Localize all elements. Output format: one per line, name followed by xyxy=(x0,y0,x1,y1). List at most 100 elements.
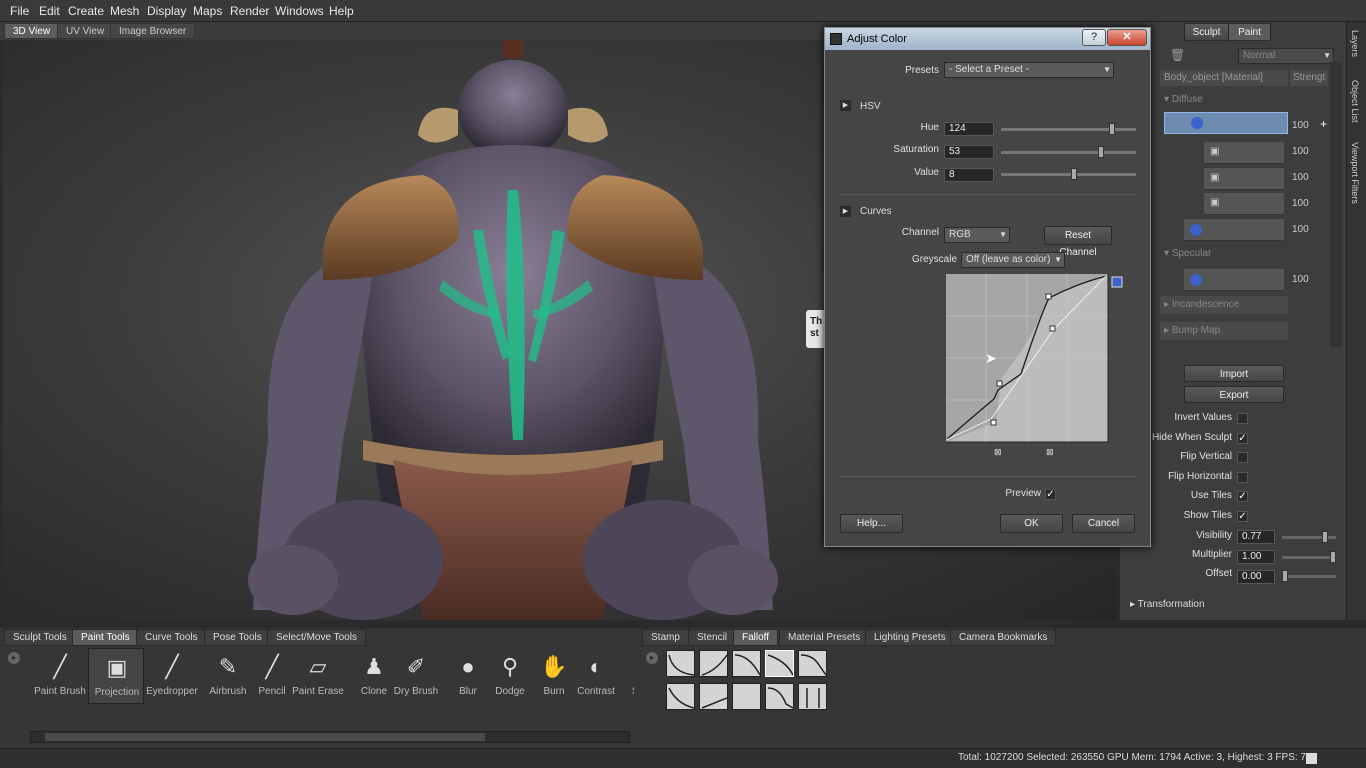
tab-stencil[interactable]: Stencil xyxy=(688,629,737,646)
tab-camera-bookmarks[interactable]: Camera Bookmarks xyxy=(950,629,1057,646)
blend-mode-select[interactable]: Normal ▼ xyxy=(1238,48,1334,64)
diffuse-section[interactable]: ▾ Diffuse xyxy=(1164,94,1203,105)
tab-falloff[interactable]: Falloff xyxy=(733,629,779,646)
saturation-slider-thumb[interactable] xyxy=(1098,146,1104,158)
tab-lighting-presets[interactable]: Lighting Presets xyxy=(865,629,955,646)
help-icon[interactable]: ? xyxy=(1082,29,1106,46)
menu-maps[interactable]: Maps xyxy=(193,4,222,18)
tool-projection[interactable]: ▣ Projection xyxy=(88,648,144,704)
menu-windows[interactable]: Windows xyxy=(275,4,324,18)
menu-edit[interactable]: Edit xyxy=(39,4,60,18)
greyscale-select[interactable]: Off (leave as color) ▼ xyxy=(961,252,1065,268)
layer-row-2[interactable]: ▣ xyxy=(1204,142,1284,164)
hide-when-sculpt-checkbox[interactable]: ✓ xyxy=(1237,433,1248,444)
tools-scroll-thumb[interactable] xyxy=(45,733,485,741)
visibility-slider-thumb[interactable] xyxy=(1322,531,1329,543)
tab-object-list[interactable]: Object List xyxy=(1350,80,1360,123)
tab-stamp[interactable]: Stamp xyxy=(642,629,689,646)
falloff-preset[interactable] xyxy=(765,683,794,710)
transformation-section[interactable]: ▸ Transformation xyxy=(1130,599,1205,610)
show-tiles-checkbox[interactable]: ✓ xyxy=(1237,511,1248,522)
export-button[interactable]: Export xyxy=(1184,386,1284,403)
falloff-preset[interactable] xyxy=(699,683,728,710)
tool-sponge[interactable]: ▪ Sp xyxy=(610,648,634,704)
hsv-expand-icon[interactable]: ▶ xyxy=(840,100,851,111)
specular-section[interactable]: ▾ Specular xyxy=(1164,248,1211,259)
sculpt-mode-tab[interactable]: Sculpt xyxy=(1184,23,1229,41)
multiplier-slider[interactable] xyxy=(1282,551,1336,563)
tab-viewport-filters[interactable]: Viewport Filters xyxy=(1350,142,1360,204)
layer-row-selected[interactable] xyxy=(1164,112,1288,134)
value-slider-thumb[interactable] xyxy=(1071,168,1077,180)
value-slider[interactable] xyxy=(1001,168,1136,180)
offset-slider[interactable] xyxy=(1282,570,1336,582)
hue-field[interactable]: 124 xyxy=(944,122,994,136)
falloff-preset[interactable] xyxy=(666,650,695,677)
channel-select[interactable]: RGB ▼ xyxy=(944,227,1010,243)
reset-channel-button[interactable]: Reset Channel xyxy=(1044,226,1112,258)
preview-checkbox[interactable]: ✓ xyxy=(1045,489,1056,500)
close-icon[interactable]: ✕ xyxy=(1107,29,1147,46)
layer-row-specular[interactable] xyxy=(1184,269,1284,291)
falloff-preset[interactable] xyxy=(798,683,827,710)
menu-file[interactable]: File xyxy=(10,4,29,18)
import-button[interactable]: Import xyxy=(1184,365,1284,382)
use-tiles-checkbox[interactable]: ✓ xyxy=(1237,491,1248,502)
flip-vertical-checkbox[interactable] xyxy=(1237,452,1248,463)
offset-field[interactable]: 0.00 xyxy=(1237,570,1275,584)
ok-button[interactable]: OK xyxy=(1000,514,1063,533)
visibility-field[interactable]: 0.77 xyxy=(1237,530,1275,544)
tool-eyedropper[interactable]: ╱ Eyedropper xyxy=(144,648,200,704)
falloff-options-icon[interactable]: ▸ xyxy=(646,652,658,664)
menu-display[interactable]: Display xyxy=(147,4,186,18)
chevron-down-icon: ▼ xyxy=(1103,65,1111,74)
bump-map-section[interactable]: ▸ Bump Map xyxy=(1160,322,1288,340)
tab-material-presets[interactable]: Material Presets xyxy=(779,629,870,646)
curves-expand-icon[interactable]: ▶ xyxy=(840,206,851,217)
tab-uv-view[interactable]: UV View xyxy=(57,23,114,39)
invert-values-checkbox[interactable] xyxy=(1237,413,1248,424)
layers-scrollbar[interactable] xyxy=(1330,62,1342,347)
tab-image-browser[interactable]: Image Browser xyxy=(110,23,196,39)
falloff-preset[interactable] xyxy=(699,650,728,677)
layer-row-5[interactable] xyxy=(1184,219,1284,241)
falloff-curve xyxy=(767,654,793,676)
saturation-slider[interactable] xyxy=(1001,146,1136,158)
visibility-slider[interactable] xyxy=(1282,531,1336,543)
hue-slider-thumb[interactable] xyxy=(1109,123,1115,135)
paint-mode-tab[interactable]: Paint xyxy=(1228,23,1271,41)
help-button[interactable]: Help... xyxy=(840,514,903,533)
tool-paint-brush[interactable]: ╱ Paint Brush xyxy=(32,648,88,704)
menu-render[interactable]: Render xyxy=(230,4,269,18)
falloff-preset[interactable] xyxy=(666,683,695,710)
flip-horizontal-checkbox[interactable] xyxy=(1237,472,1248,483)
falloff-preset[interactable] xyxy=(765,650,794,677)
add-layer-icon[interactable]: + xyxy=(1320,117,1327,131)
multiplier-field[interactable]: 1.00 xyxy=(1237,550,1275,564)
menu-help[interactable]: Help xyxy=(329,4,354,18)
incandescence-section[interactable]: ▸ Incandescence xyxy=(1160,296,1288,314)
offset-slider-thumb[interactable] xyxy=(1282,570,1288,582)
tools-scrollbar[interactable] xyxy=(30,731,630,743)
menu-mesh[interactable]: Mesh xyxy=(110,4,139,18)
curves-graph[interactable]: ⊠ ⊠ xyxy=(946,274,1136,464)
tool-eraser[interactable]: ▱ Paint Erase xyxy=(290,648,346,704)
tab-3d-view[interactable]: 3D View xyxy=(4,23,60,39)
dialog-titlebar[interactable]: Adjust Color ? ✕ xyxy=(825,28,1150,50)
tab-layers[interactable]: Layers xyxy=(1350,30,1360,57)
hue-slider[interactable] xyxy=(1001,123,1136,135)
presets-select[interactable]: - Select a Preset - ▼ xyxy=(944,62,1114,78)
saturation-field[interactable]: 53 xyxy=(944,145,994,159)
layer-row-4[interactable]: ▣ xyxy=(1204,193,1284,215)
tool-dry-brush[interactable]: ✐ Dry Brush xyxy=(388,648,444,704)
falloff-preset[interactable] xyxy=(732,683,761,710)
value-field[interactable]: 8 xyxy=(944,168,994,182)
tray-options-icon[interactable]: ▸ xyxy=(8,652,20,664)
menu-create[interactable]: Create xyxy=(68,4,104,18)
trash-icon[interactable]: 🗑 xyxy=(1170,48,1185,62)
layer-row-3[interactable]: ▣ xyxy=(1204,168,1284,190)
multiplier-slider-thumb[interactable] xyxy=(1330,551,1336,563)
cancel-button[interactable]: Cancel xyxy=(1072,514,1135,533)
falloff-preset[interactable] xyxy=(732,650,761,677)
falloff-preset[interactable] xyxy=(798,650,827,677)
